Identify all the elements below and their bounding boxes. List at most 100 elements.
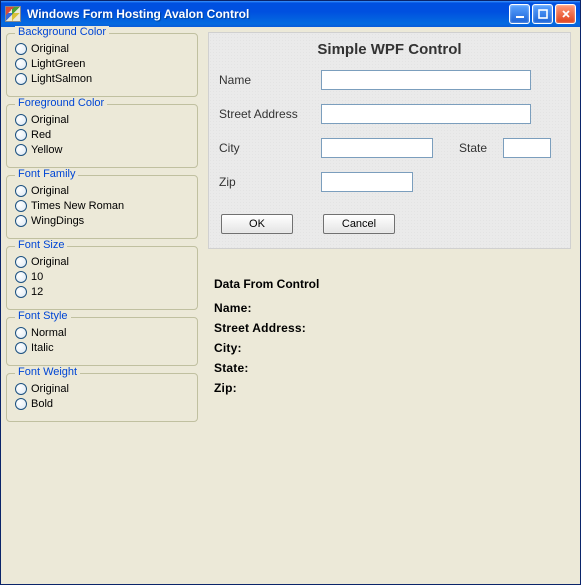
client-area: Background Color Original LightGreen Lig… [1,27,580,584]
out-name: Name: [214,301,571,315]
radio-fontsize-12[interactable]: 12 [15,286,189,298]
state-input[interactable] [503,138,551,158]
app-icon [5,6,21,22]
radio-fontstyle-italic[interactable]: Italic [15,342,189,354]
group-font-size: Font Size Original 10 12 [6,246,198,310]
button-row: OK Cancel [219,214,560,234]
out-street: Street Address: [214,321,571,335]
window-title: Windows Form Hosting Avalon Control [25,7,509,21]
group-font-family: Font Family Original Times New Roman Win… [6,175,198,239]
label-street: Street Address [219,107,321,121]
label-name: Name [219,73,321,87]
content-column: Simple WPF Control Name Street Address C… [208,30,577,581]
radio-fontsize-original[interactable]: Original [15,256,189,268]
radio-icon [15,129,27,141]
radio-fontfamily-times[interactable]: Times New Roman [15,200,189,212]
radio-icon [15,398,27,410]
radio-label: Italic [31,342,54,354]
radio-fgcolor-original[interactable]: Original [15,114,189,126]
row-street: Street Address [219,104,560,124]
radio-label: Original [31,383,69,395]
radio-label: Bold [31,398,53,410]
radio-label: Original [31,185,69,197]
zip-input[interactable] [321,172,413,192]
radio-label: Original [31,256,69,268]
out-city: City: [214,341,571,355]
label-state: State [459,141,503,155]
group-legend: Background Color [15,26,109,38]
ok-button[interactable]: OK [221,214,293,234]
window-controls [509,4,576,24]
group-legend: Foreground Color [15,97,107,109]
radio-label: Normal [31,327,66,339]
maximize-button[interactable] [532,4,553,24]
radio-icon [15,200,27,212]
group-legend: Font Size [15,239,67,251]
minimize-icon [515,9,525,19]
radio-fgcolor-yellow[interactable]: Yellow [15,144,189,156]
out-state: State: [214,361,571,375]
radio-icon [15,327,27,339]
street-input[interactable] [321,104,531,124]
titlebar[interactable]: Windows Form Hosting Avalon Control [1,1,580,27]
label-city: City [219,141,321,155]
radio-icon [15,342,27,354]
options-column: Background Color Original LightGreen Lig… [4,30,200,581]
radio-icon [15,58,27,70]
data-output-panel: Data From Control Name: Street Address: … [208,277,571,401]
radio-icon [15,271,27,283]
radio-label: 12 [31,286,43,298]
group-legend: Font Weight [15,366,80,378]
radio-fontfamily-original[interactable]: Original [15,185,189,197]
row-zip: Zip [219,172,560,192]
close-icon [561,9,571,19]
group-background-color: Background Color Original LightGreen Lig… [6,33,198,97]
close-button[interactable] [555,4,576,24]
radio-icon [15,215,27,227]
radio-icon [15,185,27,197]
cancel-button[interactable]: Cancel [323,214,395,234]
wpf-panel-title: Simple WPF Control [219,41,560,58]
radio-icon [15,383,27,395]
out-zip: Zip: [214,381,571,395]
radio-fontfamily-wingdings[interactable]: WingDings [15,215,189,227]
group-legend: Font Style [15,310,71,322]
radio-label: Yellow [31,144,62,156]
radio-label: Red [31,129,51,141]
radio-fontstyle-normal[interactable]: Normal [15,327,189,339]
radio-label: Original [31,114,69,126]
radio-label: Original [31,43,69,55]
radio-icon [15,286,27,298]
label-zip: Zip [219,175,321,189]
radio-label: WingDings [31,215,84,227]
application-window: Windows Form Hosting Avalon Control Back… [0,0,581,585]
radio-fontsize-10[interactable]: 10 [15,271,189,283]
group-foreground-color: Foreground Color Original Red Yellow [6,104,198,168]
radio-label: Times New Roman [31,200,124,212]
radio-fgcolor-red[interactable]: Red [15,129,189,141]
radio-label: LightGreen [31,58,85,70]
row-city-state: City State [219,138,560,158]
radio-label: 10 [31,271,43,283]
group-font-style: Font Style Normal Italic [6,317,198,366]
radio-icon [15,73,27,85]
radio-fontweight-original[interactable]: Original [15,383,189,395]
radio-icon [15,256,27,268]
radio-label: LightSalmon [31,73,92,85]
radio-bgcolor-original[interactable]: Original [15,43,189,55]
radio-bgcolor-lightsalmon[interactable]: LightSalmon [15,73,189,85]
group-legend: Font Family [15,168,78,180]
wpf-control-panel: Simple WPF Control Name Street Address C… [208,32,571,249]
radio-icon [15,144,27,156]
city-input[interactable] [321,138,433,158]
radio-icon [15,114,27,126]
minimize-button[interactable] [509,4,530,24]
maximize-icon [538,9,548,19]
data-output-header: Data From Control [214,277,571,291]
radio-fontweight-bold[interactable]: Bold [15,398,189,410]
name-input[interactable] [321,70,531,90]
radio-bgcolor-lightgreen[interactable]: LightGreen [15,58,189,70]
row-name: Name [219,70,560,90]
group-font-weight: Font Weight Original Bold [6,373,198,422]
radio-icon [15,43,27,55]
